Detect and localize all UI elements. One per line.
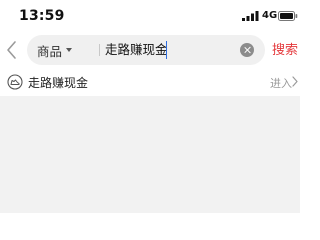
enter-label: 进入 [270,77,292,90]
search-box: 商品 [27,35,265,65]
network-label: 4G [262,10,278,21]
signal-icon [242,11,259,21]
status-bar: 13:59 4G [0,0,300,32]
search-header: 商品 搜索 [0,32,300,68]
back-icon[interactable] [4,38,20,62]
chevron-down-icon [66,48,73,52]
category-dropdown[interactable]: 商品 [37,35,73,65]
status-time: 13:59 [19,8,65,24]
chevron-right-icon [292,76,298,87]
app-screen: 13:59 4G 商品 搜索 [0,0,300,213]
shoe-icon [7,74,23,90]
category-label: 商品 [37,43,63,59]
search-button[interactable]: 搜索 [272,39,298,58]
battery-icon [278,11,298,21]
search-input[interactable] [103,35,237,65]
suggestion-text: 走路赚现金 [28,76,89,90]
category-divider [99,44,100,56]
text-cursor [166,41,167,59]
suggestion-item[interactable]: 走路赚现金 进入 [0,68,300,96]
clear-icon[interactable] [240,43,254,57]
